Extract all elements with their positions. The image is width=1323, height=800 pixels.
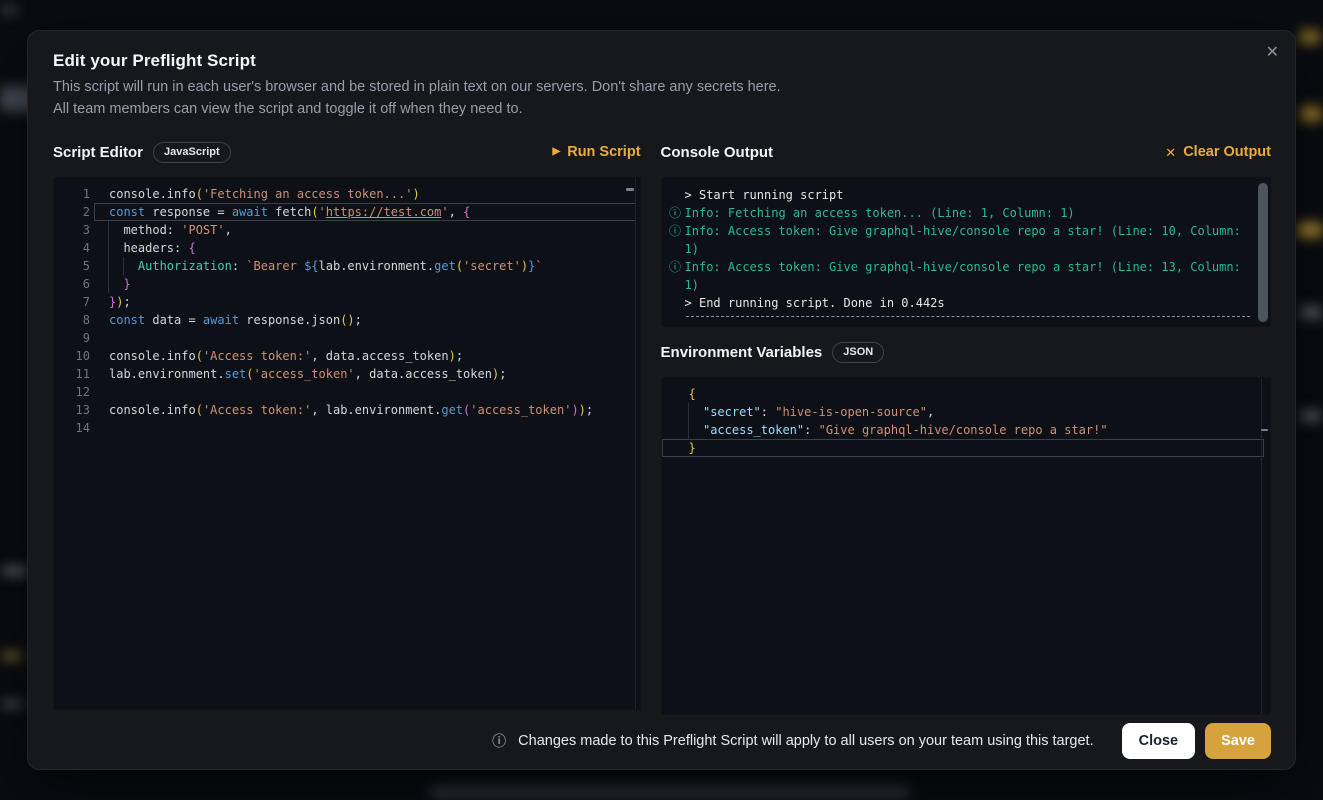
play-icon: ▶	[553, 147, 561, 157]
line-number: 5	[54, 257, 94, 275]
language-badge: JavaScript	[153, 142, 231, 163]
info-icon: ⓘ	[666, 258, 685, 294]
console-log-entry: > End running script. Done in 0.442s	[666, 294, 1254, 312]
backdrop-blur	[1300, 410, 1322, 422]
code-line[interactable]: 6 }	[54, 275, 640, 293]
line-number: 9	[54, 329, 94, 347]
code-line[interactable]: }	[662, 439, 1270, 457]
info-icon: ⓘ	[666, 204, 685, 222]
environment-variables-editor[interactable]: { "secret": "hive-is-open-source", "acce…	[661, 377, 1271, 715]
line-number: 8	[54, 311, 94, 329]
save-button[interactable]: Save	[1205, 723, 1271, 759]
run-script-button[interactable]: ▶ Run Script	[553, 144, 641, 160]
modal-description-line1: This script will run in each user's brow…	[53, 76, 1271, 98]
code-line[interactable]: {	[662, 385, 1270, 403]
console-entry-text: Info: Fetching an access token... (Line:…	[685, 204, 1254, 222]
console-log-entry: > Start running script	[666, 186, 1254, 204]
console-scrollbar-thumb[interactable]	[1258, 183, 1268, 322]
backdrop-blur	[1299, 306, 1323, 319]
console-entry-text: Info: Access token: Give graphql-hive/co…	[685, 258, 1254, 294]
console-separator	[686, 316, 1250, 322]
code-line[interactable]: 8const data = await response.json();	[54, 311, 640, 329]
indent-guide	[123, 257, 124, 275]
backdrop-blur	[1297, 222, 1323, 238]
line-number: 3	[54, 221, 94, 239]
console-entry-text: Info: Access token: Give graphql-hive/co…	[685, 222, 1254, 258]
clear-icon: ✕	[1165, 146, 1176, 159]
run-script-label: Run Script	[567, 144, 640, 160]
console-icon-spacer	[666, 294, 685, 312]
json-badge: JSON	[832, 342, 884, 363]
backdrop-blur	[2, 566, 28, 576]
code-line[interactable]: 9	[54, 329, 640, 347]
code-line[interactable]: 12	[54, 383, 640, 401]
console-info-entry: ⓘInfo: Fetching an access token... (Line…	[666, 204, 1254, 222]
console-icon-spacer	[666, 186, 685, 204]
code-line[interactable]: 1console.info('Fetching an access token.…	[54, 185, 640, 203]
backdrop-blur	[1299, 30, 1321, 44]
page-title: Edit your Preflight Script	[53, 51, 1271, 71]
clear-output-label: Clear Output	[1183, 144, 1271, 160]
console-entry-text: > End running script. Done in 0.442s	[685, 294, 1254, 312]
line-number: 11	[54, 365, 94, 383]
line-number: 1	[54, 185, 94, 203]
footer-note: Changes made to this Preflight Script wi…	[518, 733, 1093, 749]
environment-variables-title: Environment Variables	[661, 344, 823, 361]
code-line[interactable]: 3 method: 'POST',	[54, 221, 640, 239]
code-line[interactable]: 7});	[54, 293, 640, 311]
overview-ruler-mark	[626, 188, 634, 191]
code-line[interactable]: 14	[54, 419, 640, 437]
editor-scroll-rail	[635, 178, 636, 709]
code-line[interactable]: 13console.info('Access token:', lab.envi…	[54, 401, 640, 419]
preflight-script-modal: ✕ Edit your Preflight Script This script…	[27, 30, 1296, 770]
close-icon[interactable]: ✕	[1266, 45, 1279, 61]
info-icon: ⓘ	[492, 731, 506, 751]
modal-description-line2: All team members can view the script and…	[53, 98, 1271, 120]
code-line[interactable]: 11lab.environment.set('access_token', da…	[54, 365, 640, 383]
indent-guide	[688, 403, 689, 439]
indent-guide	[108, 221, 109, 293]
line-number: 7	[54, 293, 94, 311]
console-output-panel: > Start running scriptⓘInfo: Fetching an…	[661, 177, 1271, 327]
clear-output-button[interactable]: ✕ Clear Output	[1165, 144, 1271, 160]
console-output-title: Console Output	[661, 144, 774, 161]
line-number: 14	[54, 419, 94, 437]
code-line[interactable]: 4 headers: {	[54, 239, 640, 257]
backdrop-blur	[1300, 106, 1322, 122]
backdrop-blur	[0, 700, 24, 708]
backdrop-blur	[2, 652, 22, 660]
code-line[interactable]: "access_token": "Give graphql-hive/conso…	[662, 421, 1270, 439]
line-number: 10	[54, 347, 94, 365]
line-number: 6	[54, 275, 94, 293]
console-entry-text: > Start running script	[685, 186, 1254, 204]
code-line[interactable]: 5 Authorization: `Bearer ${lab.environme…	[54, 257, 640, 275]
code-line[interactable]: "secret": "hive-is-open-source",	[662, 403, 1270, 421]
close-button[interactable]: Close	[1122, 723, 1196, 759]
backdrop-blur	[0, 6, 18, 14]
line-number: 4	[54, 239, 94, 257]
console-info-entry: ⓘInfo: Access token: Give graphql-hive/c…	[666, 258, 1254, 294]
code-line[interactable]: 10console.info('Access token:', data.acc…	[54, 347, 640, 365]
backdrop-blur	[430, 786, 910, 798]
code-line[interactable]: 2const response = await fetch('https://t…	[54, 203, 640, 221]
console-info-entry: ⓘInfo: Access token: Give graphql-hive/c…	[666, 222, 1254, 258]
overview-ruler-mark	[1261, 429, 1268, 431]
line-number: 12	[54, 383, 94, 401]
info-icon: ⓘ	[666, 222, 685, 258]
line-number: 13	[54, 401, 94, 419]
script-editor[interactable]: 1console.info('Fetching an access token.…	[53, 177, 641, 710]
script-editor-title: Script Editor	[53, 144, 143, 161]
line-number: 2	[54, 203, 94, 221]
